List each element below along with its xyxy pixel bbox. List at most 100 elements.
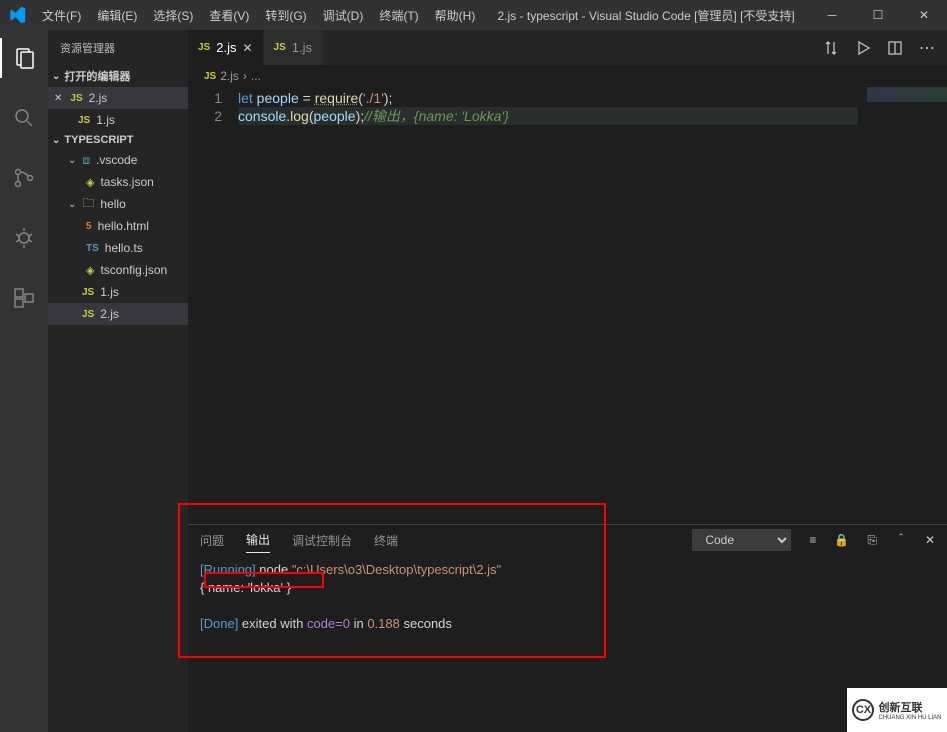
chevron-down-icon: ⌄ xyxy=(68,199,76,210)
folder-icon: 🗀 xyxy=(82,194,94,215)
file-label: 2.js xyxy=(100,307,119,321)
run-icon[interactable] xyxy=(855,40,871,56)
file-label: 2.js xyxy=(89,91,108,105)
menu-debug[interactable]: 调试(D) xyxy=(315,0,372,30)
explorer-header: 资源管理器 xyxy=(48,30,188,65)
file-label: tsconfig.json xyxy=(100,263,167,277)
js-icon: JS xyxy=(78,115,90,126)
debug-icon[interactable] xyxy=(0,218,48,258)
breadcrumb-more: ... xyxy=(251,69,261,83)
js-icon: JS xyxy=(82,309,94,320)
extensions-icon[interactable] xyxy=(0,278,48,318)
file-tasks-json[interactable]: ◈ tasks.json xyxy=(48,171,188,193)
json-icon: ◈ xyxy=(86,176,94,189)
more-icon[interactable]: ⋯ xyxy=(919,38,935,58)
watermark-logo: CX xyxy=(852,699,874,721)
project-label: TYPESCRIPT xyxy=(64,134,133,146)
panel-tab-debug-console[interactable]: 调试控制台 xyxy=(292,528,352,553)
source-control-icon[interactable] xyxy=(0,158,48,198)
close-icon[interactable]: ✕ xyxy=(54,93,62,104)
panel-tab-output[interactable]: 输出 xyxy=(246,527,270,553)
output-body[interactable]: [Running] node "c:\Users\o3\Desktop\type… xyxy=(188,555,947,639)
search-icon[interactable] xyxy=(0,98,48,138)
folder-label: hello xyxy=(100,197,125,211)
compare-changes-icon[interactable] xyxy=(823,40,839,56)
chevron-down-icon: ⌄ xyxy=(52,71,60,82)
file-2js[interactable]: JS 2.js xyxy=(48,303,188,325)
tab-1js[interactable]: JS 1.js xyxy=(264,30,323,65)
word-wrap-icon[interactable]: ≡ xyxy=(809,533,816,547)
folder-hello[interactable]: ⌄ 🗀 hello xyxy=(48,193,188,215)
chevron-down-icon: ⌄ xyxy=(68,155,76,166)
lock-icon[interactable]: 🔒 xyxy=(834,533,849,547)
ts-icon: TS xyxy=(86,243,99,254)
js-icon: JS xyxy=(82,287,94,298)
close-icon[interactable]: ✕ xyxy=(242,41,252,55)
vscode-folder-icon: ⧈ xyxy=(82,153,90,168)
explorer-icon[interactable] xyxy=(0,38,48,78)
open-editors-section[interactable]: ⌄ 打开的编辑器 xyxy=(48,65,188,87)
window-controls: ─ ☐ ✕ xyxy=(809,0,947,30)
project-section[interactable]: ⌄ TYPESCRIPT xyxy=(48,131,188,149)
menu-help[interactable]: 帮助(H) xyxy=(427,0,484,30)
html-icon: 5 xyxy=(86,221,92,232)
panel-tab-problems[interactable]: 问题 xyxy=(200,528,224,553)
file-label: 1.js xyxy=(100,285,119,299)
tab-label: 1.js xyxy=(292,40,312,55)
file-label: hello.html xyxy=(98,219,149,233)
file-label: tasks.json xyxy=(100,175,153,189)
close-button[interactable]: ✕ xyxy=(901,0,947,30)
clear-icon[interactable]: ⎘ xyxy=(867,533,877,548)
js-icon: JS xyxy=(70,93,82,104)
app-icon xyxy=(0,6,34,24)
file-label: hello.ts xyxy=(105,241,143,255)
tab-label: 2.js xyxy=(216,40,236,55)
file-tsconfig[interactable]: ◈ tsconfig.json xyxy=(48,259,188,281)
watermark-subtext: CHUANG XIN HU LIAN xyxy=(878,715,941,721)
menu-file[interactable]: 文件(F) xyxy=(34,0,89,30)
js-icon: JS xyxy=(274,42,286,53)
watermark: CX 创新互联 CHUANG XIN HU LIAN xyxy=(847,688,947,732)
file-hello-html[interactable]: 5 hello.html xyxy=(48,215,188,237)
bottom-panel: 问题 输出 调试控制台 终端 Code ≡ 🔒 ⎘ ＾ ✕ [Running] … xyxy=(188,524,947,688)
panel-tab-terminal[interactable]: 终端 xyxy=(374,528,398,553)
editor-tabs: JS 2.js ✕ JS 1.js ⋯ xyxy=(188,30,947,65)
editor-actions: ⋯ xyxy=(823,30,947,65)
file-label: 1.js xyxy=(96,113,115,127)
chevron-down-icon: ⌄ xyxy=(52,135,60,146)
menu-terminal[interactable]: 终端(T) xyxy=(371,0,426,30)
split-editor-icon[interactable] xyxy=(887,40,903,56)
minimize-button[interactable]: ─ xyxy=(809,0,855,30)
panel-tabs: 问题 输出 调试控制台 终端 Code ≡ 🔒 ⎘ ＾ ✕ xyxy=(188,525,947,555)
tab-2js[interactable]: JS 2.js ✕ xyxy=(188,30,264,65)
maximize-button[interactable]: ☐ xyxy=(855,0,901,30)
breadcrumb[interactable]: JS 2.js › ... xyxy=(188,65,947,87)
maximize-panel-icon[interactable]: ＾ xyxy=(895,532,907,549)
output-channel-select[interactable]: Code xyxy=(692,529,791,551)
minimap[interactable] xyxy=(867,87,947,102)
menu-view[interactable]: 查看(V) xyxy=(201,0,257,30)
open-editors-label: 打开的编辑器 xyxy=(64,68,130,84)
panel-actions: Code ≡ 🔒 ⎘ ＾ ✕ xyxy=(692,529,935,551)
open-editor-item[interactable]: ✕ JS 2.js xyxy=(48,87,188,109)
folder-vscode[interactable]: ⌄ ⧈ .vscode xyxy=(48,149,188,171)
breadcrumb-sep: › xyxy=(243,69,247,83)
menu-bar: 文件(F) 编辑(E) 选择(S) 查看(V) 转到(G) 调试(D) 终端(T… xyxy=(34,0,483,30)
folder-label: .vscode xyxy=(96,153,137,167)
watermark-text: 创新互联 xyxy=(878,699,941,715)
activity-bar xyxy=(0,30,48,732)
close-panel-icon[interactable]: ✕ xyxy=(925,533,935,547)
line-number: 2 xyxy=(188,107,222,125)
json-icon: ◈ xyxy=(86,264,94,277)
open-editor-item[interactable]: JS 1.js xyxy=(48,109,188,131)
title-bar: 文件(F) 编辑(E) 选择(S) 查看(V) 转到(G) 调试(D) 终端(T… xyxy=(0,0,947,30)
explorer-sidebar: 资源管理器 ⌄ 打开的编辑器 ✕ JS 2.js JS 1.js ⌄ TYPES… xyxy=(48,30,188,732)
js-icon: JS xyxy=(204,71,216,82)
menu-goto[interactable]: 转到(G) xyxy=(257,0,314,30)
line-number: 1 xyxy=(188,89,222,107)
menu-edit[interactable]: 编辑(E) xyxy=(89,0,145,30)
menu-select[interactable]: 选择(S) xyxy=(145,0,201,30)
file-1js[interactable]: JS 1.js xyxy=(48,281,188,303)
file-hello-ts[interactable]: TS hello.ts xyxy=(48,237,188,259)
breadcrumb-file: 2.js xyxy=(220,69,239,83)
